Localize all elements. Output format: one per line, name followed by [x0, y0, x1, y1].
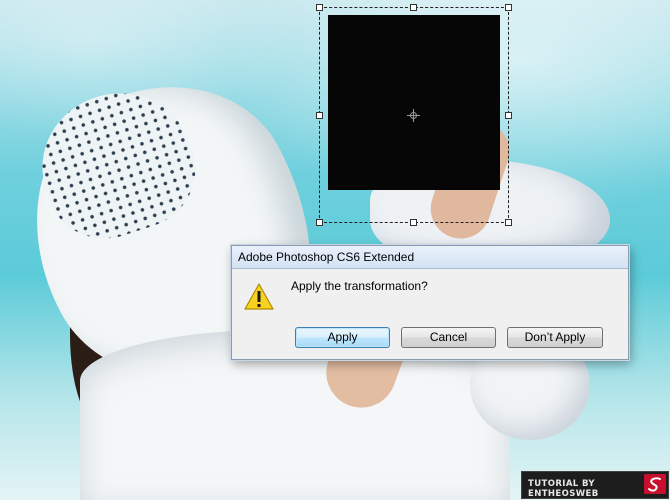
dialog-message: Apply the transformation? [291, 279, 428, 293]
entheosweb-logo-icon [644, 474, 666, 494]
transform-handle-middle-right[interactable] [505, 112, 512, 119]
transform-handle-bottom-center[interactable] [410, 219, 417, 226]
apply-transformation-dialog: Adobe Photoshop CS6 Extended Apply the t… [231, 245, 629, 360]
transform-handle-bottom-left[interactable] [316, 219, 323, 226]
transform-reference-point-icon[interactable] [407, 109, 420, 122]
apply-button[interactable]: Apply [295, 327, 390, 348]
cancel-button[interactable]: Cancel [401, 327, 496, 348]
transform-handle-middle-left[interactable] [316, 112, 323, 119]
transform-handle-bottom-right[interactable] [505, 219, 512, 226]
warning-icon [244, 283, 274, 310]
transform-handle-top-center[interactable] [410, 4, 417, 11]
transform-handle-top-right[interactable] [505, 4, 512, 11]
dialog-title: Adobe Photoshop CS6 Extended [232, 246, 628, 269]
transform-handle-top-left[interactable] [316, 4, 323, 11]
watermark-badge: TUTORIAL BY ENTHEOSWEB [521, 471, 669, 499]
dont-apply-button[interactable]: Don’t Apply [507, 327, 603, 348]
